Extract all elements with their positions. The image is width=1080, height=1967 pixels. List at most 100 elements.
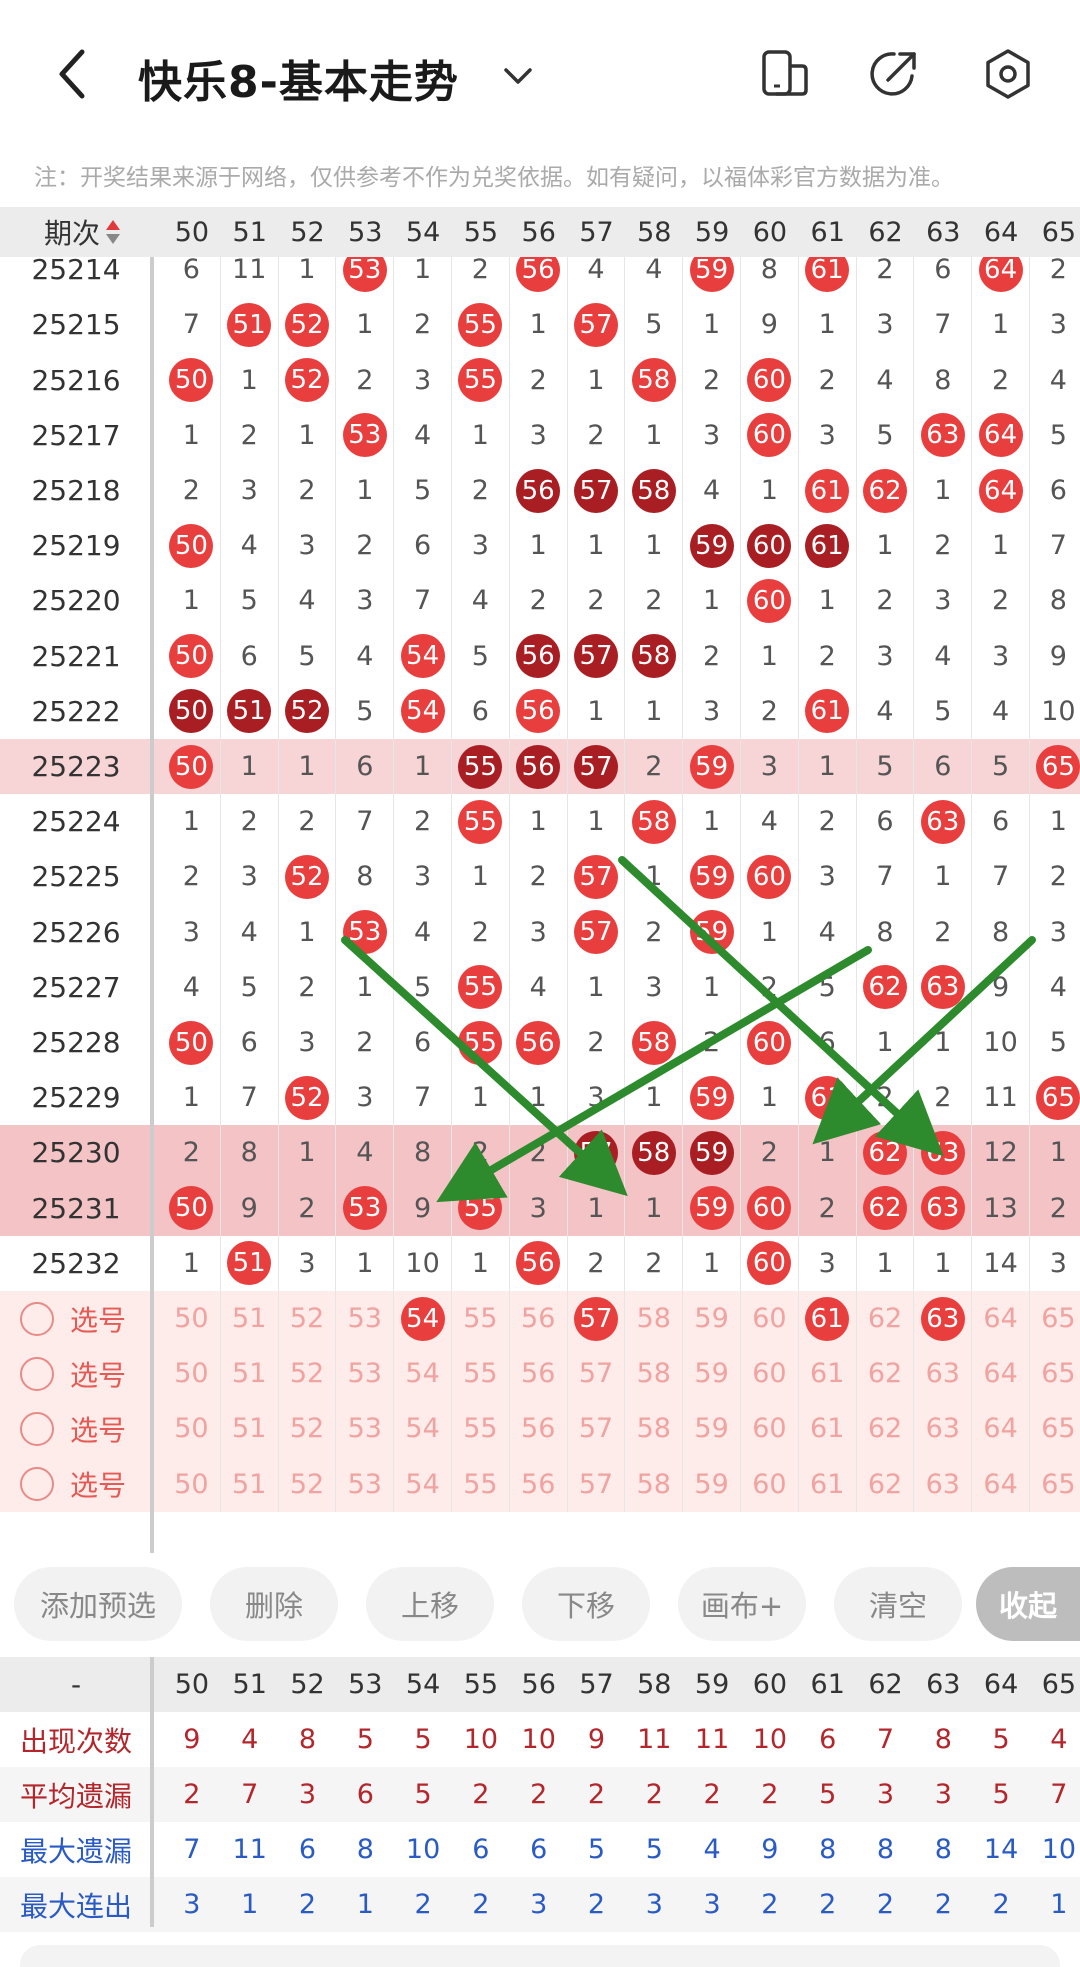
chevron-down-icon[interactable] [498,56,538,96]
stats-value: 2 [761,1889,779,1920]
period-sort-header[interactable]: 期次 [44,207,122,257]
stats-column-header: 61 [810,1669,845,1700]
stats-column-header: 64 [983,1669,1019,1700]
column-header-65: 65 [1041,216,1077,248]
stats-value: 2 [761,1779,779,1810]
stats-value: 11 [637,1724,672,1755]
stats-value: 2 [819,1889,837,1920]
stats-value: 8 [356,1834,374,1865]
stats-column-header: 63 [926,1669,961,1700]
stats-value: 10 [521,1724,556,1755]
stats-value: 10 [463,1724,499,1755]
stats-row: 平均遗漏 2 7 3 6 5 2 2 2 2 2 2 5 3 3 5 7 [0,1767,1080,1822]
stats-header-label: - [70,1668,82,1701]
trend-table[interactable]: 2521351052854133359731331252146111531256… [0,207,1080,1553]
collapse-button[interactable]: 收起 [976,1567,1080,1641]
stats-value: 6 [472,1834,490,1865]
stats-value: 5 [992,1724,1010,1755]
stats-value: 5 [414,1779,432,1810]
stats-row: 最大连出 3 1 2 1 2 2 3 2 3 3 2 2 2 2 2 1 [0,1877,1080,1932]
stats-row: 出现次数 9 4 8 5 5 10 10 9 11 11 10 6 7 8 5 4 [0,1712,1080,1767]
stats-value: 10 [1041,1834,1077,1865]
trend-table-header: 期次 50 51 52 53 54 55 56 57 58 59 60 61 62 63 64 65 [0,207,1080,257]
stats-value: 5 [819,1779,837,1810]
move-up-button[interactable]: 上移 [366,1567,494,1641]
stats-value: 7 [876,1724,895,1755]
stats-value: 4 [703,1834,721,1865]
column-header-53: 53 [348,216,383,248]
column-header-64: 64 [983,216,1019,248]
drawn-arrow[interactable] [618,856,944,1157]
stats-value: 3 [530,1889,548,1920]
stats-value: 2 [530,1779,548,1810]
bottom-bar [20,1945,1060,1967]
stats-value: 5 [414,1724,432,1755]
stats-value: 3 [183,1889,201,1920]
period-label: 期次 [44,217,101,250]
sort-icon[interactable] [104,217,122,247]
share-icon[interactable] [866,46,922,102]
stats-value: 1 [241,1889,259,1920]
stats-column-header: 56 [521,1669,556,1700]
stats-value: 6 [356,1779,374,1810]
stats-value: 2 [645,1779,663,1810]
settings-icon[interactable] [980,46,1036,102]
stats-value: 7 [1050,1779,1068,1810]
stats-column-header: 53 [348,1669,383,1700]
stats-value: 1 [1050,1889,1068,1920]
delete-button[interactable]: 删除 [210,1567,338,1641]
stats-column-header: 52 [290,1669,325,1700]
stats-value: 3 [298,1779,317,1810]
drawn-lines-overlay [341,856,1036,1203]
stats-value: 9 [761,1834,779,1865]
stats-column-header: 60 [752,1669,788,1700]
stats-value: 8 [876,1834,895,1865]
stats-value: 4 [1050,1724,1068,1755]
stats-value: 3 [934,1779,952,1810]
stats-value: 3 [876,1779,895,1810]
stats-value: 2 [298,1889,317,1920]
stats-value: 2 [472,1889,490,1920]
stats-value: 7 [183,1834,201,1865]
add-preselect-button[interactable]: 添加预选 [14,1567,182,1641]
stats-value: 9 [587,1724,606,1755]
clear-button[interactable]: 清空 [834,1567,962,1641]
back-icon[interactable] [48,44,98,104]
stats-value: 6 [298,1834,317,1865]
stats-value: 2 [587,1889,606,1920]
stats-value: 8 [298,1724,317,1755]
stats-value: 11 [232,1834,267,1865]
stats-value: 10 [752,1724,788,1755]
stats-value: 2 [587,1779,606,1810]
column-header-61: 61 [810,216,845,248]
stats-label: 最大遗漏 [19,1834,132,1868]
column-header-51: 51 [232,216,267,248]
stats-column-header: 50 [174,1669,210,1700]
phone-icon[interactable] [756,46,812,102]
column-header-54: 54 [405,216,441,248]
stats-value: 3 [703,1889,721,1920]
stats-value: 14 [983,1834,1019,1865]
stats-column-header: 62 [868,1669,903,1700]
move-down-button[interactable]: 下移 [522,1567,650,1641]
stats-value: 6 [530,1834,548,1865]
stats-value: 11 [694,1724,730,1755]
stats-column-header: 65 [1041,1669,1077,1700]
column-header-50: 50 [174,216,210,248]
column-header-60: 60 [752,216,788,248]
stats-value: 2 [703,1779,721,1810]
canvas-plus-button[interactable]: 画布+ [678,1567,806,1641]
drawn-arrow[interactable] [341,936,628,1197]
stats-value: 1 [356,1889,374,1920]
column-header-55: 55 [463,216,499,248]
drawn-arrow[interactable] [436,946,872,1203]
stats-value: 2 [992,1889,1010,1920]
stats-column-header: 57 [579,1669,614,1700]
drawn-arrow[interactable] [812,936,1036,1145]
disclaimer-note: 注：开奖结果来源于网络，仅供参考不作为兑奖依据。如有疑问，以福体彩官方数据为准。 [34,165,954,191]
stats-value: 9 [183,1724,201,1755]
stats-value: 8 [934,1834,952,1865]
stats-value: 8 [819,1834,837,1865]
stats-value: 7 [241,1779,259,1810]
stats-value: 5 [992,1779,1010,1810]
